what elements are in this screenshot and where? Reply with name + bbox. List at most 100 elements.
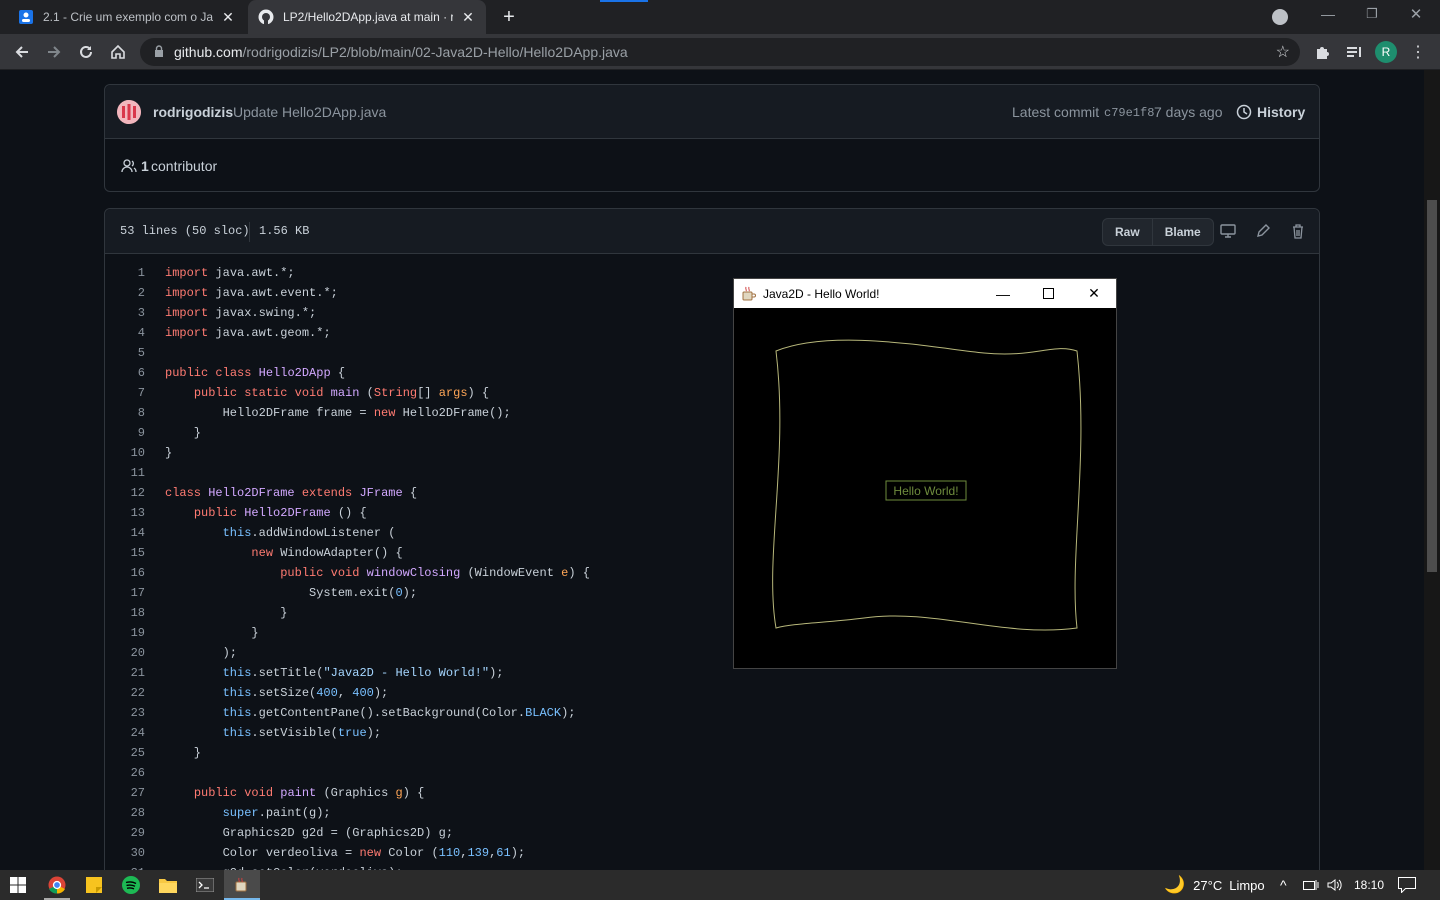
line-number[interactable]: 3 [105, 303, 145, 323]
line-number[interactable]: 14 [105, 523, 145, 543]
weather-widget[interactable]: 🌙 27°C Limpo [1164, 870, 1265, 900]
commit-message[interactable]: Update Hello2DApp.java [233, 104, 386, 120]
blame-button[interactable]: Blame [1151, 219, 1213, 245]
github-icon [258, 9, 274, 25]
code-text: } [165, 606, 288, 620]
code-line: 30 Color verdeoliva = new Color (110,139… [105, 843, 705, 863]
raw-button[interactable]: Raw [1103, 219, 1152, 245]
line-number[interactable]: 29 [105, 823, 145, 843]
code-line: 26 [105, 763, 705, 783]
sticky-notes-icon[interactable] [76, 870, 112, 900]
clock-time[interactable]: 18:10 [1354, 870, 1384, 900]
line-number[interactable]: 13 [105, 503, 145, 523]
line-number[interactable]: 7 [105, 383, 145, 403]
spotify-icon[interactable] [113, 870, 149, 900]
notifications-icon[interactable] [1398, 870, 1416, 900]
tab-github-file[interactable]: LP2/Hello2DApp.java at main · ro ✕ [248, 0, 486, 34]
chevron-up-icon[interactable]: ^ [1280, 870, 1287, 900]
code-line: 7 public static void main (String[] args… [105, 383, 705, 403]
avatar[interactable] [117, 100, 141, 124]
terminal-icon[interactable] [187, 870, 223, 900]
line-number[interactable]: 2 [105, 283, 145, 303]
line-number[interactable]: 31 [105, 863, 145, 870]
commit-hash[interactable]: c79e1f8 [1104, 106, 1154, 120]
reload-icon[interactable] [74, 40, 98, 64]
line-number[interactable]: 28 [105, 803, 145, 823]
line-number[interactable]: 23 [105, 703, 145, 723]
profile-avatar[interactable]: R [1374, 40, 1398, 64]
line-number[interactable]: 18 [105, 603, 145, 623]
chrome-icon[interactable] [39, 870, 75, 900]
commit-author[interactable]: rodrigodizis [153, 104, 233, 120]
code-text: Graphics2D g2d = (Graphics2D) g; [165, 826, 454, 840]
line-number[interactable]: 17 [105, 583, 145, 603]
close-icon[interactable]: ✕ [220, 9, 236, 26]
file-explorer-icon[interactable] [150, 870, 186, 900]
desktop-icon[interactable] [1220, 223, 1236, 239]
back-arrow-icon[interactable] [10, 40, 34, 64]
minimize-icon[interactable]: — [1318, 6, 1338, 26]
tab-search-icon[interactable] [1272, 9, 1288, 25]
close-icon[interactable]: ✕ [1071, 279, 1117, 308]
scrollbar-thumb[interactable] [1427, 200, 1437, 572]
close-window-icon[interactable]: ✕ [1406, 5, 1426, 25]
line-number[interactable]: 22 [105, 683, 145, 703]
java-window-titlebar[interactable]: Java2D - Hello World! — ✕ [734, 279, 1116, 308]
line-number[interactable]: 11 [105, 463, 145, 483]
line-number[interactable]: 25 [105, 743, 145, 763]
pencil-edit-icon[interactable] [1255, 223, 1271, 239]
code-text: public Hello2DFrame () { [193, 506, 367, 520]
code-line: 28 super.paint(g); [105, 803, 705, 823]
contributors-label[interactable]: contributor [151, 158, 217, 174]
raw-blame-group: Raw Blame [1102, 218, 1214, 246]
close-icon[interactable]: ✕ [460, 9, 476, 26]
code-text: } [165, 426, 202, 440]
line-number[interactable]: 12 [105, 483, 145, 503]
maximize-icon[interactable] [1025, 279, 1071, 308]
reading-list-icon[interactable] [1342, 40, 1366, 64]
history-link[interactable]: History [1257, 104, 1305, 120]
network-icon[interactable] [1303, 870, 1319, 900]
code-line: 4 import java.awt.geom.*; [105, 323, 705, 343]
home-icon[interactable] [106, 40, 130, 64]
line-number[interactable]: 30 [105, 843, 145, 863]
line-number[interactable]: 19 [105, 623, 145, 643]
contributors-count[interactable]: 1 [141, 158, 149, 174]
menu-dots-icon[interactable]: ⋮ [1406, 40, 1430, 64]
file-size: 1.56 KB [259, 224, 310, 238]
code-line: 16 public void windowClosing (WindowEven… [105, 563, 705, 583]
code-text: } [165, 626, 259, 640]
forward-arrow-icon[interactable] [42, 40, 66, 64]
line-number[interactable]: 27 [105, 783, 145, 803]
code-line: 27 public void paint (Graphics g) { [105, 783, 705, 803]
line-number[interactable]: 21 [105, 663, 145, 683]
line-number[interactable]: 10 [105, 443, 145, 463]
java-app-taskbar-icon[interactable] [224, 870, 260, 900]
commit-row: rodrigodizis Update Hello2DApp.java Late… [105, 85, 1319, 139]
line-number[interactable]: 26 [105, 763, 145, 783]
new-tab-plus-icon[interactable]: + [498, 7, 520, 27]
extensions-puzzle-icon[interactable] [1310, 40, 1334, 64]
line-number[interactable]: 4 [105, 323, 145, 343]
windows-start-icon[interactable] [0, 870, 36, 900]
line-number[interactable]: 9 [105, 423, 145, 443]
line-number[interactable]: 8 [105, 403, 145, 423]
volume-icon[interactable] [1327, 870, 1343, 900]
line-number[interactable]: 6 [105, 363, 145, 383]
address-bar[interactable]: github.com/rodrigodizis/LP2/blob/main/02… [140, 38, 1300, 66]
moon-icon: 🌙 [1164, 875, 1186, 894]
restore-icon[interactable]: ❐ [1362, 6, 1382, 26]
bookmark-star-icon[interactable]: ☆ [1276, 42, 1290, 62]
line-number[interactable]: 5 [105, 343, 145, 363]
java-window[interactable]: Java2D - Hello World! — ✕ Hello World! [733, 278, 1117, 669]
code-line: 31 g2d.setColor(verdeoliva); [105, 863, 705, 870]
line-number[interactable]: 1 [105, 263, 145, 283]
trash-delete-icon[interactable] [1290, 223, 1306, 239]
line-number[interactable]: 20 [105, 643, 145, 663]
tab-crie-exemplo[interactable]: 2.1 - Crie um exemplo com o Jav ✕ [8, 0, 246, 34]
windows-taskbar: 🌙 27°C Limpo ^ 18:10 [0, 870, 1440, 900]
line-number[interactable]: 16 [105, 563, 145, 583]
line-number[interactable]: 15 [105, 543, 145, 563]
line-number[interactable]: 24 [105, 723, 145, 743]
minimize-icon[interactable]: — [980, 279, 1026, 308]
